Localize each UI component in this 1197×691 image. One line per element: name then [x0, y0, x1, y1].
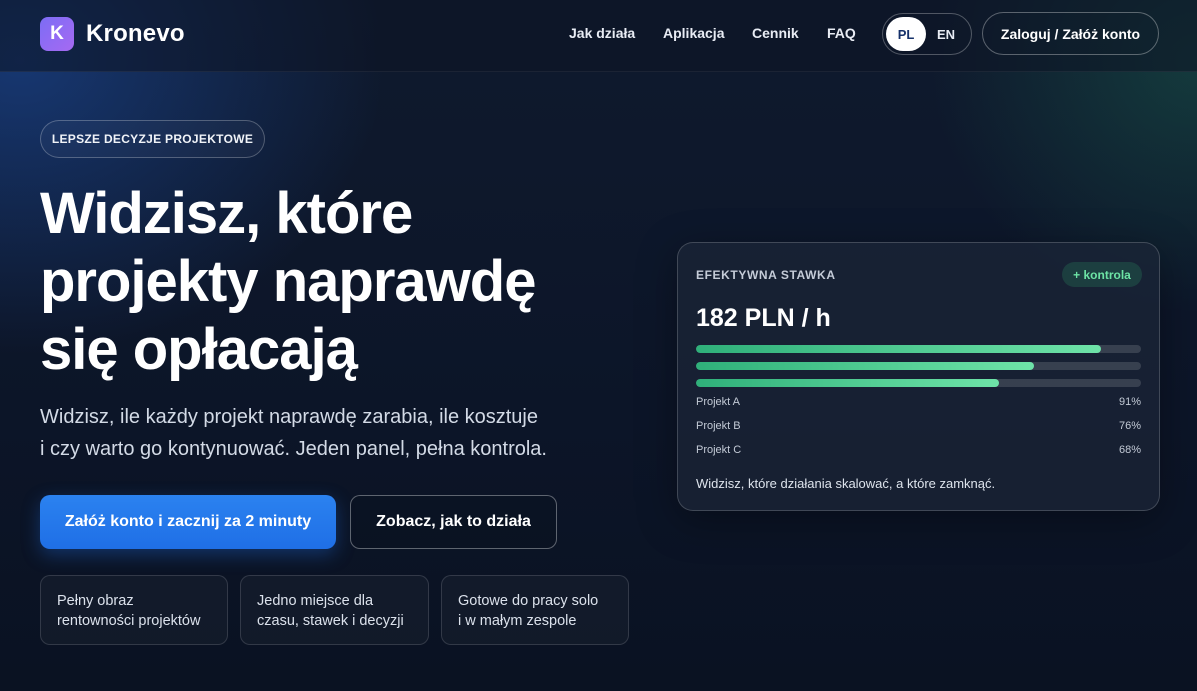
nav-link-cennik[interactable]: Cennik	[752, 25, 799, 41]
nav-link-jak-dziala[interactable]: Jak działa	[569, 25, 635, 41]
logo-icon: K	[40, 17, 74, 51]
login-button[interactable]: Zaloguj / Załóż konto	[982, 12, 1159, 55]
subtitle-line: i czy warto go kontynuować. Jeden panel,…	[40, 438, 547, 460]
control-badge: + kontrola	[1062, 262, 1142, 287]
hero-badge: LEPSZE DECYZJE PROJEKTOWE	[40, 120, 265, 158]
signup-cta-button[interactable]: Załóż konto i zacznij za 2 minuty	[40, 495, 336, 549]
subtitle-line: Widzisz, ile każdy projekt naprawdę zara…	[40, 406, 538, 428]
nav-link-aplikacja[interactable]: Aplikacja	[663, 25, 724, 41]
feature-line: czasu, stawek i decyzji	[257, 613, 404, 629]
progress-bar-project-c	[696, 379, 1141, 387]
brand-logo[interactable]: K Kronevo	[40, 17, 185, 51]
feature-line: Pełny obraz	[57, 593, 134, 609]
card-note: Widzisz, które działania skalować, a któ…	[696, 476, 996, 491]
feature-line: Jedno miejsce dla	[257, 593, 374, 609]
card-label: EFEKTYWNA STAWKA	[696, 268, 836, 282]
project-percent: 68%	[1118, 444, 1141, 456]
progress-fill	[696, 379, 999, 387]
lang-pl-button[interactable]: PL	[886, 17, 926, 51]
project-name: Projekt A	[696, 396, 741, 408]
feature-card: Gotowe do pracy solo i w małym zespole	[441, 575, 629, 645]
progress-bar-project-b	[696, 362, 1141, 370]
lang-en-button[interactable]: EN	[926, 17, 966, 51]
how-it-works-button[interactable]: Zobacz, jak to działa	[350, 495, 557, 549]
feature-line: i w małym zespole	[458, 613, 577, 629]
brand-name: Kronevo	[86, 20, 185, 47]
nav-link-faq[interactable]: FAQ	[827, 25, 856, 41]
hero-subtitle: Widzisz, ile każdy projekt naprawdę zara…	[40, 401, 620, 465]
progress-fill	[696, 345, 1101, 353]
feature-card: Pełny obraz rentowności projektów	[40, 575, 228, 645]
project-name: Projekt C	[696, 444, 742, 456]
headline-line: projekty naprawdę	[40, 249, 536, 314]
project-percent: 76%	[1118, 420, 1141, 432]
top-navbar: K Kronevo Jak działa Aplikacja Cennik FA…	[0, 0, 1197, 72]
headline-line: się opłacają	[40, 317, 358, 382]
effective-rate-value: 182 PLN / h	[696, 304, 831, 332]
feature-card: Jedno miejsce dla czasu, stawek i decyzj…	[240, 575, 429, 645]
feature-line: Gotowe do pracy solo	[458, 593, 599, 609]
hero-headline: Widzisz, które projekty naprawdę się opł…	[40, 180, 640, 384]
project-percent: 91%	[1118, 396, 1141, 408]
language-switcher: PL EN	[882, 13, 972, 55]
project-name: Projekt B	[696, 420, 741, 432]
progress-bar-project-a	[696, 345, 1141, 353]
effective-rate-card: EFEKTYWNA STAWKA + kontrola 182 PLN / h …	[677, 242, 1160, 511]
feature-line: rentowności projektów	[57, 613, 201, 629]
progress-fill	[696, 362, 1035, 370]
headline-line: Widzisz, które	[40, 181, 413, 246]
